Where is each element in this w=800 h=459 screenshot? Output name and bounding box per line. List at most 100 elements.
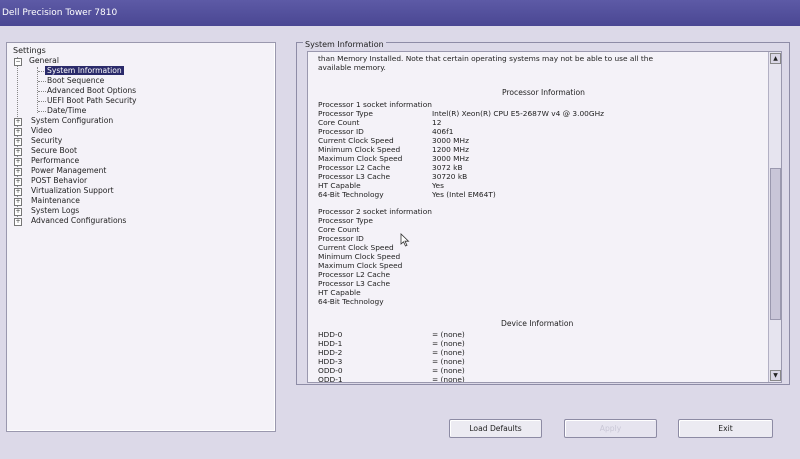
system-information-content[interactable]: than Memory Installed. Note that certain… — [307, 51, 782, 383]
row-label: HT Capable — [318, 288, 361, 297]
scroll-up-icon[interactable]: ▲ — [770, 53, 781, 64]
tree-item-power-management[interactable]: Power Management — [31, 166, 106, 176]
row-label: HT Capable — [318, 181, 361, 190]
tree-item-security[interactable]: Security — [31, 136, 62, 146]
tree-item-label: Video — [31, 126, 53, 135]
device-label: HDD-0 — [318, 330, 343, 339]
expand-icon[interactable]: + — [14, 188, 22, 196]
row-value: Yes — [432, 181, 444, 190]
device-value: = (none) — [432, 375, 465, 383]
tree-item-system-logs[interactable]: System Logs — [31, 206, 79, 216]
tree-item-label: Virtualization Support — [31, 186, 114, 195]
row-value: 3000 MHz — [432, 154, 469, 163]
tree-item-post-behavior[interactable]: POST Behavior — [31, 176, 87, 186]
row-value: 1200 MHz — [432, 145, 469, 154]
device-label: HDD-1 — [318, 339, 343, 348]
row-label: 64-Bit Technology — [318, 190, 384, 199]
info-text-area: than Memory Installed. Note that certain… — [311, 52, 761, 382]
row-label: Core Count — [318, 225, 360, 234]
device-label: HDD-2 — [318, 348, 343, 357]
tree-item-system-configuration[interactable]: System Configuration — [31, 116, 113, 126]
window-title: Dell Precision Tower 7810 — [0, 0, 800, 26]
tree-item-label: Secure Boot — [31, 146, 77, 155]
mouse-pointer-icon — [400, 233, 410, 247]
expand-icon[interactable]: + — [14, 158, 22, 166]
bios-screen: Dell Precision Tower 7810 Settings − Gen… — [0, 0, 800, 459]
row-label: Current Clock Speed — [318, 136, 394, 145]
processor-1-title: Processor 1 socket information — [318, 100, 432, 109]
tree-item-label: General — [29, 56, 59, 65]
tree-item-general[interactable]: General — [29, 56, 59, 66]
expand-icon[interactable]: + — [14, 138, 22, 146]
device-label: HDD-3 — [318, 357, 343, 366]
row-label: Maximum Clock Speed — [318, 261, 403, 270]
scroll-down-icon[interactable]: ▼ — [770, 370, 781, 381]
tree-item-video[interactable]: Video — [31, 126, 52, 136]
expand-icon[interactable]: + — [14, 198, 22, 206]
row-label: Processor L3 Cache — [318, 172, 391, 181]
device-value: = (none) — [432, 330, 465, 339]
tree-item-label: Maintenance — [31, 196, 80, 205]
memory-note-line-2: available memory. — [318, 63, 386, 72]
tree-item-label: System Information — [45, 66, 124, 75]
row-label: Processor L2 Cache — [318, 163, 391, 172]
tree-item-label: Power Management — [31, 166, 107, 175]
device-value: = (none) — [432, 348, 465, 357]
row-label: Processor L3 Cache — [318, 279, 391, 288]
tree-item-label: UEFI Boot Path Security — [47, 96, 137, 105]
tree-item-label: POST Behavior — [31, 176, 88, 185]
row-label: Current Clock Speed — [318, 243, 394, 252]
tree-item-advanced-configurations[interactable]: Advanced Configurations — [31, 216, 126, 226]
row-value: Yes (Intel EM64T) — [432, 190, 496, 199]
tree-item-virtualization-support[interactable]: Virtualization Support — [31, 186, 114, 196]
scrollbar-thumb[interactable] — [770, 168, 781, 320]
row-label: Processor ID — [318, 127, 364, 136]
system-information-group: System Information than Memory Installed… — [296, 40, 790, 385]
row-label: Minimum Clock Speed — [318, 145, 401, 154]
tree-item-date-time[interactable]: Date/Time — [47, 106, 86, 116]
row-label: Processor ID — [318, 234, 364, 243]
tree-guide-line — [38, 101, 46, 102]
device-value: = (none) — [432, 366, 465, 375]
tree-item-label: Date/Time — [47, 106, 87, 115]
row-value: Intel(R) Xeon(R) CPU E5-2687W v4 @ 3.00G… — [432, 109, 605, 118]
expand-icon[interactable]: + — [14, 168, 22, 176]
expand-icon[interactable]: + — [14, 128, 22, 136]
tree-guide-line — [38, 91, 46, 92]
load-defaults-button[interactable]: Load Defaults — [449, 419, 542, 438]
tree-item-advanced-boot-options[interactable]: Advanced Boot Options — [47, 86, 136, 96]
tree-item-label: Boot Sequence — [47, 76, 105, 85]
expand-icon[interactable]: + — [14, 148, 22, 156]
tree-item-label: System Logs — [31, 206, 80, 215]
row-label: Minimum Clock Speed — [318, 252, 401, 261]
group-title: System Information — [303, 40, 386, 49]
expand-icon[interactable]: + — [14, 218, 22, 226]
expand-icon[interactable]: + — [14, 178, 22, 186]
tree-item-boot-sequence[interactable]: Boot Sequence — [47, 76, 104, 86]
tree-item-system-information[interactable]: System Information — [45, 66, 124, 76]
device-label: ODD-1 — [318, 375, 343, 383]
tree-item-performance[interactable]: Performance — [31, 156, 79, 166]
apply-button[interactable]: Apply — [564, 419, 657, 438]
vertical-scrollbar[interactable]: ▲ ▼ — [768, 52, 781, 382]
tree-item-uefi-boot-path-security[interactable]: UEFI Boot Path Security — [47, 96, 137, 106]
tree-item-label: Advanced Configurations — [31, 216, 127, 225]
settings-tree-panel[interactable]: Settings − General System Information Bo… — [6, 42, 276, 432]
device-value: = (none) — [432, 339, 465, 348]
exit-button[interactable]: Exit — [678, 419, 773, 438]
settings-tree: Settings − General System Information Bo… — [7, 43, 275, 431]
row-value: 30720 kB — [432, 172, 468, 181]
expand-icon[interactable]: + — [14, 208, 22, 216]
collapse-icon[interactable]: − — [14, 58, 22, 66]
device-information-header: Device Information — [501, 319, 574, 328]
device-label: ODD-0 — [318, 366, 343, 375]
tree-item-maintenance[interactable]: Maintenance — [31, 196, 80, 206]
tree-guide-line — [37, 67, 38, 113]
row-value: 406f1 — [432, 127, 454, 136]
row-label: Processor L2 Cache — [318, 270, 391, 279]
expand-icon[interactable]: + — [14, 118, 22, 126]
tree-item-label: Advanced Boot Options — [47, 86, 137, 95]
tree-item-label: System Configuration — [31, 116, 114, 125]
row-value: 3000 MHz — [432, 136, 469, 145]
tree-item-secure-boot[interactable]: Secure Boot — [31, 146, 77, 156]
